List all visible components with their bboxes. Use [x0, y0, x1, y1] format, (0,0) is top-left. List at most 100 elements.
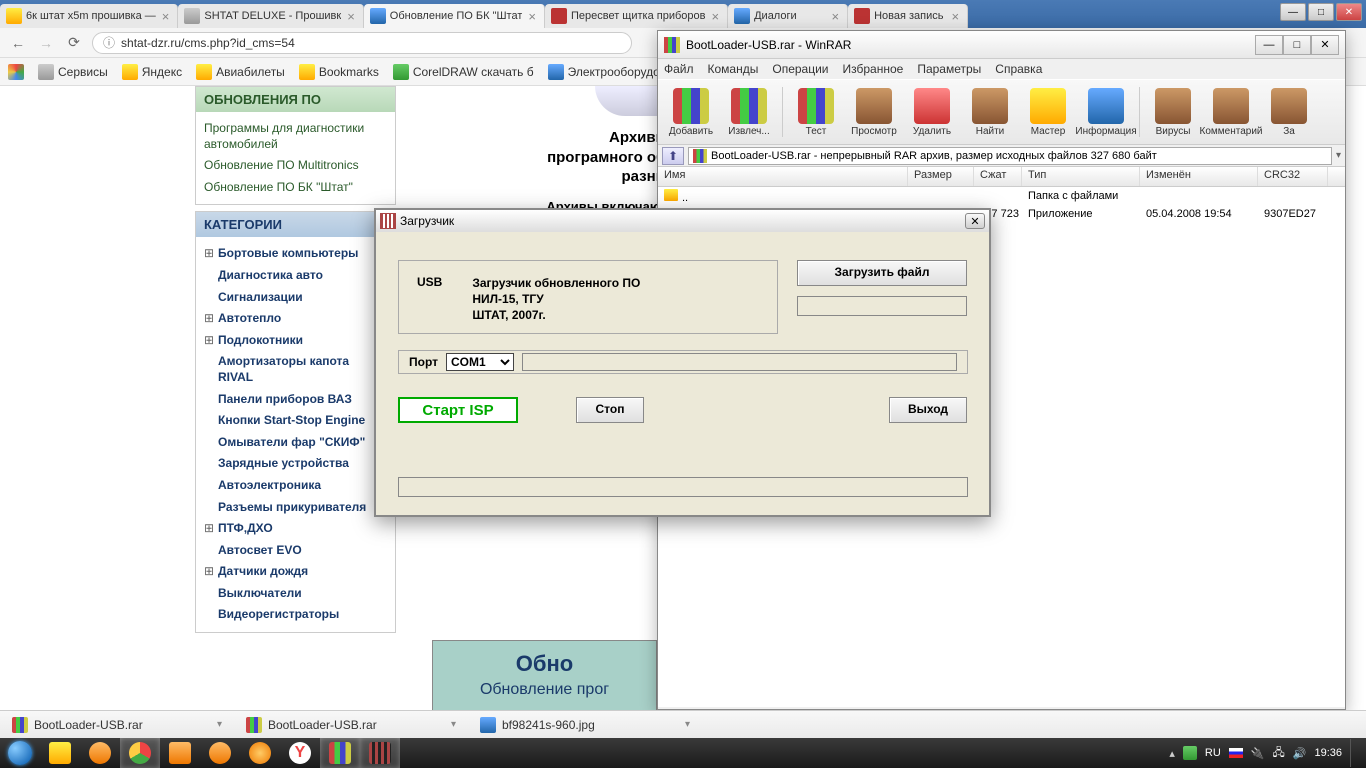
apps-button[interactable] [8, 64, 24, 80]
column-header[interactable]: Размер [908, 167, 974, 186]
column-header[interactable]: CRC32 [1258, 167, 1328, 186]
category-item[interactable]: Автоэлектроника [204, 475, 387, 497]
port-select[interactable]: COM1 [446, 353, 514, 371]
winrar-menu-item[interactable]: Файл [664, 62, 694, 76]
minimize-button[interactable]: — [1280, 3, 1306, 21]
tab-close-icon[interactable]: × [830, 9, 842, 24]
taskbar-uc[interactable] [200, 738, 240, 768]
bookmark-item[interactable]: Сервисы [38, 64, 108, 80]
taskbar-chrome[interactable] [120, 738, 160, 768]
tray-time[interactable]: 19:36 [1314, 747, 1342, 759]
tray-volume-icon[interactable]: 🔊 [1293, 747, 1307, 760]
category-item[interactable]: Выключатели [204, 583, 387, 605]
winrar-tool-удалить[interactable]: Удалить [903, 88, 961, 137]
tray-lang[interactable]: RU [1205, 747, 1221, 759]
winrar-tool-добавить[interactable]: Добавить [662, 88, 720, 137]
tab-close-icon[interactable]: × [160, 9, 172, 24]
category-item[interactable]: Кнопки Start-Stop Engine [204, 410, 387, 432]
winrar-tool-комментарий[interactable]: Комментарий [1202, 88, 1260, 137]
load-file-button[interactable]: Загрузить файл [797, 260, 967, 286]
tab-close-icon[interactable]: × [950, 9, 962, 24]
winrar-tool-за[interactable]: За [1260, 88, 1318, 137]
bookmark-item[interactable]: Авиабилеты [196, 64, 285, 80]
taskbar-winrar[interactable] [320, 738, 360, 768]
taskbar-explorer[interactable] [40, 738, 80, 768]
column-header[interactable]: Тип [1022, 167, 1140, 186]
maximize-button[interactable]: □ [1308, 3, 1334, 21]
dropdown-icon[interactable]: ▾ [1336, 150, 1341, 161]
loader-titlebar[interactable]: Загрузчик ✕ [376, 210, 989, 232]
column-header[interactable]: Имя [658, 167, 908, 186]
tab-close-icon[interactable]: × [710, 9, 722, 24]
explorer-file-item[interactable]: BootLoader-USB.rar▾ [12, 717, 222, 733]
category-item[interactable]: Диагностика авто [204, 265, 387, 287]
winrar-menu-item[interactable]: Команды [708, 62, 759, 76]
category-item[interactable]: Омыватели фар "СКИФ" [204, 432, 387, 454]
forward-button[interactable]: → [36, 33, 56, 53]
taskbar-app1[interactable] [240, 738, 280, 768]
browser-tab[interactable]: Обновление ПО БК "Штат× [364, 4, 545, 28]
taskbar-yandex[interactable]: Y [280, 738, 320, 768]
start-button[interactable] [0, 738, 40, 768]
explorer-file-item[interactable]: bf98241s-960.jpg▾ [480, 717, 690, 733]
winrar-menu-item[interactable]: Избранное [843, 62, 904, 76]
winrar-maximize-button[interactable]: □ [1283, 35, 1311, 55]
category-item[interactable]: Бортовые компьютеры [204, 243, 387, 265]
tray-network-icon[interactable]: 🖧 [1273, 744, 1285, 763]
browser-tab[interactable]: Новая запись× [848, 4, 968, 28]
winrar-tool-вирусы[interactable]: Вирусы [1144, 88, 1202, 137]
category-item[interactable]: Панели приборов ВАЗ [204, 389, 387, 411]
column-header[interactable]: Изменён [1140, 167, 1258, 186]
sidebar-update-link[interactable]: Обновление ПО БК "Штат" [204, 177, 387, 199]
browser-tab[interactable]: 6к штат x5m прошивка —× [0, 4, 178, 28]
winrar-tool-тест[interactable]: Тест [787, 88, 845, 137]
bookmark-item[interactable]: Яндекс [122, 64, 182, 80]
winrar-tool-информация[interactable]: Информация [1077, 88, 1135, 137]
winrar-tool-извлеч...[interactable]: Извлеч... [720, 88, 778, 137]
reload-button[interactable]: ⟳ [64, 33, 84, 53]
column-header[interactable]: Сжат [974, 167, 1022, 186]
file-row[interactable]: ..Папка с файлами [658, 187, 1345, 205]
winrar-menu-item[interactable]: Операции [772, 62, 828, 76]
chevron-down-icon[interactable]: ▾ [451, 719, 456, 730]
winrar-close-button[interactable]: ✕ [1311, 35, 1339, 55]
winrar-titlebar[interactable]: BootLoader-USB.rar - WinRAR — □ ✕ [658, 31, 1345, 59]
category-item[interactable]: Автосвет EVO [204, 540, 387, 562]
browser-tab[interactable]: Пересвет щитка приборов× [545, 4, 728, 28]
winrar-menu-item[interactable]: Справка [995, 62, 1042, 76]
close-button[interactable]: ✕ [1336, 3, 1362, 21]
tray-shield-icon[interactable] [1183, 746, 1197, 760]
category-item[interactable]: Подлокотники [204, 330, 387, 352]
site-info-icon[interactable]: ⓘ [103, 34, 115, 51]
show-desktop-button[interactable] [1350, 739, 1358, 767]
winrar-tool-найти[interactable]: Найти [961, 88, 1019, 137]
bookmark-item[interactable]: CorelDRAW скачать б [393, 64, 534, 80]
browser-tab[interactable]: Диалоги× [728, 4, 848, 28]
tray-up-icon[interactable]: ▴ [1169, 747, 1175, 760]
back-button[interactable]: ← [8, 33, 28, 53]
winrar-menu-item[interactable]: Параметры [917, 62, 981, 76]
category-item[interactable]: Автотепло [204, 308, 387, 330]
taskbar-media[interactable] [160, 738, 200, 768]
category-item[interactable]: Датчики дождя [204, 561, 387, 583]
start-isp-button[interactable]: Старт ISP [398, 397, 518, 423]
category-item[interactable]: Амортизаторы капота RIVAL [204, 351, 387, 388]
stop-button[interactable]: Стоп [576, 397, 644, 423]
sidebar-update-link[interactable]: Программы для диагностики автомобилей [204, 118, 387, 155]
browser-tab[interactable]: SHTAT DELUXE - Прошивк× [178, 4, 363, 28]
tray-power-icon[interactable]: 🔌 [1251, 747, 1265, 760]
exit-button[interactable]: Выход [889, 397, 967, 423]
sidebar-update-link[interactable]: Обновление ПО Multitronics [204, 155, 387, 177]
explorer-file-item[interactable]: BootLoader-USB.rar▾ [246, 717, 456, 733]
winrar-minimize-button[interactable]: — [1255, 35, 1283, 55]
tab-close-icon[interactable]: × [526, 9, 538, 24]
winrar-tool-просмотр[interactable]: Просмотр [845, 88, 903, 137]
tab-close-icon[interactable]: × [345, 9, 357, 24]
url-input[interactable]: ⓘ shtat-dzr.ru/cms.php?id_cms=54 [92, 32, 632, 54]
winrar-up-button[interactable]: ⬆ [662, 147, 684, 165]
loader-close-button[interactable]: ✕ [965, 213, 985, 229]
chevron-down-icon[interactable]: ▾ [685, 719, 690, 730]
category-item[interactable]: Видеорегистраторы [204, 604, 387, 626]
taskbar-loader[interactable] [360, 738, 400, 768]
winrar-path-input[interactable]: BootLoader-USB.rar - непрерывный RAR арх… [688, 147, 1332, 165]
